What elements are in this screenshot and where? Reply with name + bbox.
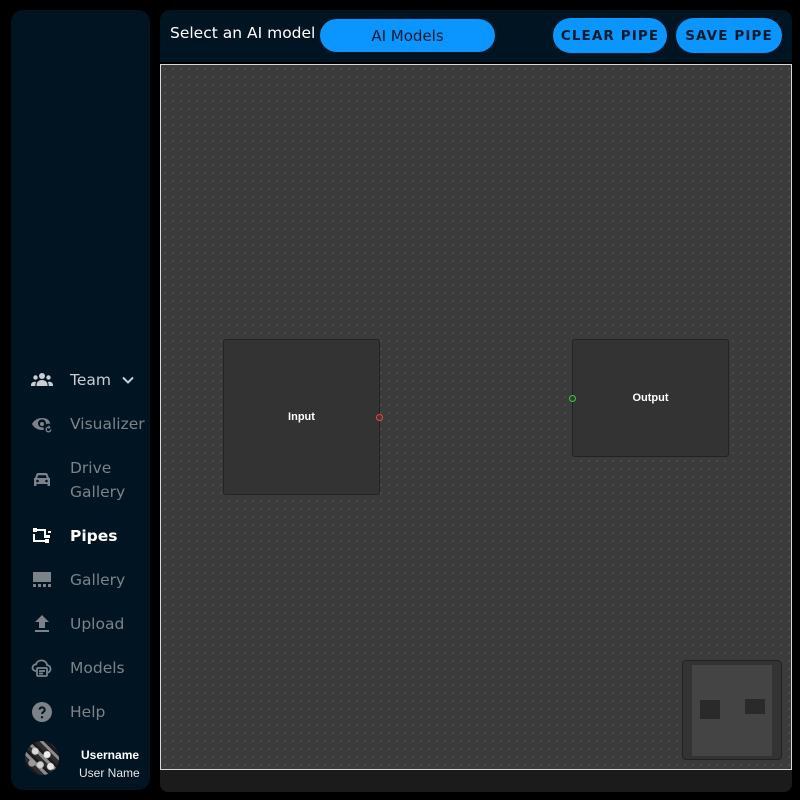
sidebar-item-label: Help xyxy=(70,703,106,721)
sidebar-item-help[interactable]: Help xyxy=(11,700,150,724)
sidebar-item-drive-gallery[interactable]: Drive Gallery xyxy=(11,456,150,504)
node-label: Input xyxy=(288,411,315,423)
sidebar-item-label: Team xyxy=(70,371,111,389)
minimap-node-output xyxy=(745,699,765,714)
sidebar-item-upload[interactable]: Upload xyxy=(11,612,150,636)
pipe-canvas[interactable]: Input Output xyxy=(160,64,792,770)
sidebar-item-label: Models xyxy=(70,659,125,677)
toolbar: Select an AI model AI Models CLEAR PIPE … xyxy=(160,10,792,62)
minimap-node-input xyxy=(700,700,720,719)
user-role: User Name xyxy=(79,766,140,780)
source-handle[interactable] xyxy=(376,414,383,421)
save-pipe-button[interactable]: SAVE PIPE xyxy=(676,18,782,53)
sidebar-item-team[interactable]: Team xyxy=(11,368,150,392)
sidebar-item-pipes[interactable]: Pipes xyxy=(11,524,150,548)
select-model-label: Select an AI model xyxy=(170,24,316,42)
sidebar-item-gallery[interactable]: Gallery xyxy=(11,568,150,592)
input-node[interactable]: Input xyxy=(223,339,383,495)
canvas-footer xyxy=(160,770,792,792)
output-node[interactable]: Output xyxy=(569,339,729,457)
help-icon xyxy=(30,700,54,724)
user-name: Username xyxy=(81,748,140,762)
node-label: Output xyxy=(632,392,669,404)
sidebar-item-label: Upload xyxy=(70,615,125,633)
chevron-down-icon[interactable] xyxy=(120,368,136,392)
clear-pipe-button[interactable]: CLEAR PIPE xyxy=(553,18,667,53)
car-icon xyxy=(30,468,54,492)
sidebar-item-label: Drive xyxy=(70,459,112,477)
user-profile[interactable]: Username User Name xyxy=(25,740,145,780)
group-icon xyxy=(30,368,54,392)
ai-models-dropdown[interactable]: AI Models xyxy=(320,19,495,52)
target-handle[interactable] xyxy=(569,395,576,402)
sidebar-item-label: Pipes xyxy=(70,527,118,545)
sidebar-item-models[interactable]: Models xyxy=(11,656,150,680)
sidebar-item-label: Visualizer xyxy=(70,415,145,433)
eye-refresh-icon xyxy=(30,412,54,436)
sidebar-item-visualizer[interactable]: Visualizer xyxy=(11,412,150,436)
sidebar-item-label-line2: Gallery xyxy=(70,483,126,501)
upload-icon xyxy=(30,612,54,636)
model-icon xyxy=(30,656,54,680)
minimap[interactable] xyxy=(682,660,782,760)
sidebar-item-label: Gallery xyxy=(70,571,126,589)
pipes-icon xyxy=(30,524,54,548)
gallery-icon xyxy=(30,568,54,592)
avatar[interactable] xyxy=(25,741,59,775)
sidebar: Team Visualizer Drive Gallery Pipes Gall… xyxy=(11,10,150,790)
